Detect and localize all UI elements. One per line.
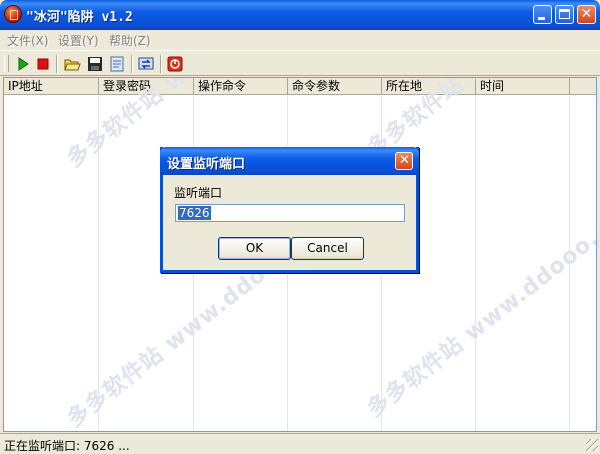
minimize-button[interactable] (533, 5, 552, 24)
app-icon[interactable] (5, 6, 21, 22)
ok-button[interactable]: OK (218, 237, 291, 260)
window-title: "冰河"陷阱 v1.2 (26, 10, 133, 25)
column-header-command[interactable]: 操作命令 (194, 78, 288, 94)
close-icon: ✕ (399, 153, 410, 168)
open-folder-icon[interactable] (63, 55, 81, 73)
toolbar-separator (131, 55, 133, 73)
column-header-password[interactable]: 登录密码 (99, 78, 194, 94)
title-bar[interactable]: "冰河"陷阱 v1.2 ✕ (0, 0, 600, 30)
port-label: 监听端口 (174, 186, 223, 200)
dialog-close-button[interactable]: ✕ (395, 152, 413, 170)
column-header-params[interactable]: 命令参数 (288, 78, 382, 94)
status-bar: 正在监听端口: 7626 ... (0, 433, 600, 453)
toolbar-separator (56, 55, 58, 73)
column-divider (569, 95, 570, 431)
column-header-ip[interactable]: IP地址 (4, 78, 99, 94)
maximize-icon (559, 9, 570, 19)
minimize-icon (538, 17, 545, 20)
close-button[interactable]: ✕ (577, 5, 596, 24)
maximize-button[interactable] (555, 5, 574, 24)
dialog-title: 设置监听端口 (167, 157, 246, 172)
menu-file[interactable]: 文件(X) (7, 32, 49, 49)
clear-icon[interactable] (108, 55, 126, 73)
status-text: 正在监听端口: 7626 ... (4, 439, 130, 453)
port-input-value: 7626 (178, 206, 211, 220)
start-icon[interactable] (14, 55, 32, 73)
cancel-button[interactable]: Cancel (291, 237, 364, 260)
column-header-location[interactable]: 所在地 (382, 78, 476, 94)
listen-port-dialog: 设置监听端口 ✕ 监听端口 7626 OK Cancel (160, 147, 419, 273)
menu-help[interactable]: 帮助(Z) (109, 32, 151, 49)
toolbar (0, 50, 600, 76)
list-header: IP地址 登录密码 操作命令 命令参数 所在地 时间 (4, 78, 596, 95)
close-icon: ✕ (580, 6, 593, 22)
column-header-time[interactable]: 时间 (476, 78, 570, 94)
refresh-icon[interactable] (137, 55, 155, 73)
toolbar-separator (160, 55, 162, 73)
exit-icon[interactable] (166, 55, 184, 73)
menu-settings[interactable]: 设置(Y) (58, 32, 99, 49)
toolbar-grip[interactable] (4, 55, 9, 72)
menu-bar: 文件(X) 设置(Y) 帮助(Z) (0, 30, 600, 48)
column-divider (475, 95, 476, 431)
dialog-title-bar[interactable]: 设置监听端口 ✕ (160, 147, 419, 175)
column-divider (98, 95, 99, 431)
save-icon[interactable] (86, 55, 104, 73)
stop-icon[interactable] (34, 55, 52, 73)
resize-grip[interactable] (586, 439, 598, 451)
port-input[interactable]: 7626 (175, 204, 405, 222)
